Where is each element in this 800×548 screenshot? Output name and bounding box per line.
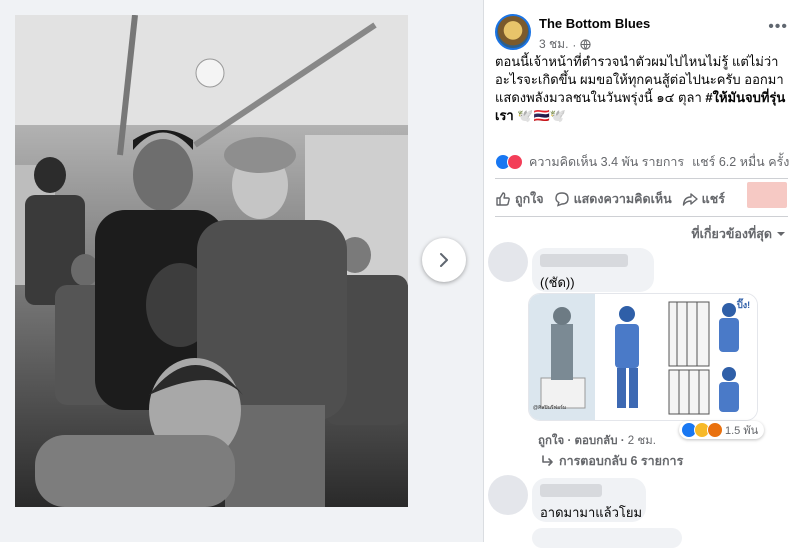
comment-actions: ถูกใจ · ตอบกลับ · 2 ชม.	[538, 435, 656, 447]
replies-label: การตอบกลับ 6 รายการ	[559, 454, 684, 468]
globe-icon	[580, 39, 592, 50]
page-name[interactable]: The Bottom Blues	[539, 16, 650, 31]
sort-label: ที่เกี่ยวข้องที่สุด	[691, 227, 772, 241]
comment-reply-link[interactable]: ตอบกลับ	[575, 435, 618, 447]
stats-divider	[495, 178, 788, 179]
comment-icon	[554, 192, 569, 207]
comment-time[interactable]: 2 ชม.	[628, 435, 656, 447]
comment-sticker-image[interactable]: @ศิลปินรีฟอร์ม ปิ๊ง!	[528, 293, 758, 421]
view-replies-link[interactable]: การตอบกลับ 6 รายการ	[541, 451, 683, 471]
share-icon	[682, 193, 698, 206]
next-photo-button[interactable]	[422, 238, 466, 282]
post-stats: ความคิดเห็น 3.4 พัน รายการ แชร์ 6.2 หมื่…	[495, 152, 791, 172]
post-emoji: 🕊️🇹🇭🕊️	[513, 108, 566, 123]
post-photo[interactable]	[15, 15, 408, 507]
reply-arrow-icon	[542, 455, 553, 466]
page-avatar[interactable]	[495, 14, 531, 50]
comment-label: แสดงความคิดเห็น	[573, 192, 672, 206]
post-text: ตอนนี้เจ้าหน้าที่ตำรวจนำตัวผมไปไหนไม่รู้…	[495, 53, 793, 125]
post-header: The Bottom Blues 3 ชม. ·	[495, 14, 650, 54]
like-button[interactable]: ถูกใจ	[495, 189, 544, 209]
caret-down-icon	[777, 232, 785, 236]
more-icon[interactable]: •••	[768, 18, 788, 36]
comment-count[interactable]: ความคิดเห็น 3.4 พัน รายการ	[529, 152, 684, 172]
post-time[interactable]: 3 ชม.	[539, 35, 568, 54]
comment-button[interactable]: แสดงความคิดเห็น	[554, 189, 672, 209]
share-label: แชร์	[701, 192, 725, 206]
share-button[interactable]: แชร์	[682, 189, 725, 209]
comment-text: ((ชัด))	[540, 275, 575, 290]
commenter-avatar[interactable]	[488, 242, 528, 282]
sticker-caption-1: @ศิลปินรีฟอร์ม	[533, 405, 567, 411]
angry-reaction-icon	[707, 422, 723, 438]
reaction-icons[interactable]	[495, 154, 523, 170]
next-comment-bubble	[532, 528, 682, 548]
commenter-avatar[interactable]	[488, 475, 528, 515]
photo-viewer	[0, 0, 483, 542]
like-label: ถูกใจ	[515, 192, 544, 206]
comment-reaction-count: 1.5 พัน	[725, 425, 759, 437]
commenter-name-redacted[interactable]	[540, 254, 628, 267]
comment-sort-dropdown[interactable]: ที่เกี่ยวข้องที่สุด	[691, 224, 786, 244]
chevron-right-icon	[440, 253, 448, 267]
sticker-caption-2: ปิ๊ง!	[737, 300, 751, 310]
love-reaction-icon	[507, 154, 523, 170]
comment-like-link[interactable]: ถูกใจ	[538, 435, 564, 447]
photo-image	[15, 15, 408, 507]
like-icon	[496, 192, 510, 206]
post-actions: ถูกใจ แสดงความคิดเห็น แชร์	[495, 189, 735, 209]
comment-text: อาดมามาแล้วโยม	[540, 505, 643, 520]
comment-reactions[interactable]: 1.5 พัน	[679, 421, 765, 439]
share-count[interactable]: แชร์ 6.2 หมื่น ครั้ง	[692, 152, 789, 172]
actions-divider	[495, 216, 788, 217]
sticker-illustration	[529, 294, 757, 420]
commenter-name-redacted[interactable]	[540, 484, 602, 497]
redacted-block	[747, 182, 787, 208]
